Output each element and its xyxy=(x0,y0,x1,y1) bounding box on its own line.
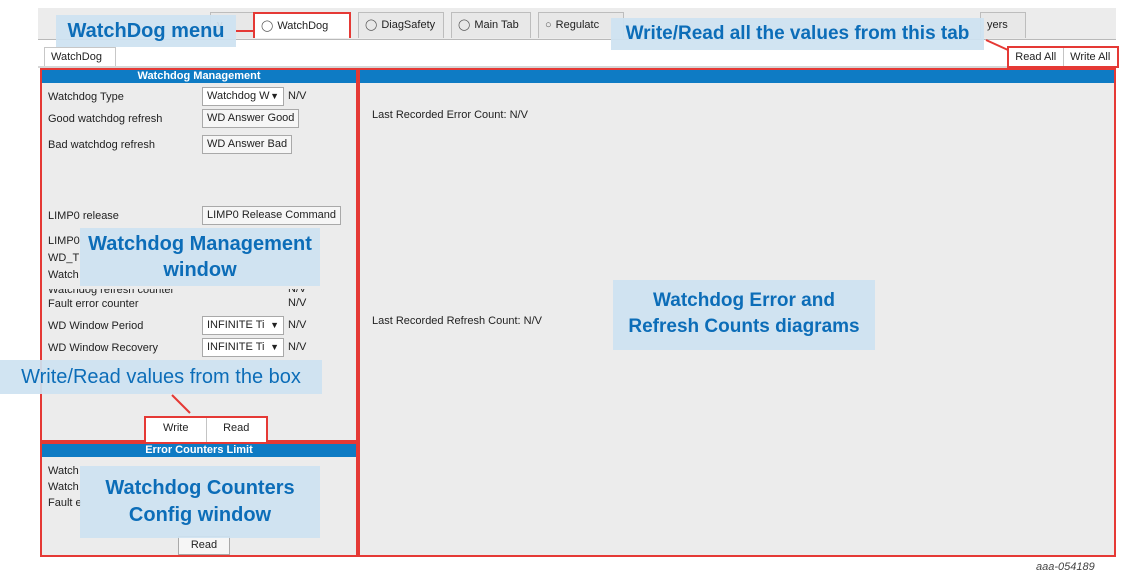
tab-watchdog-label: WatchDog xyxy=(277,20,329,32)
watchdog-type-value: Watchdog W xyxy=(207,90,270,102)
last-error-count: Last Recorded Error Count: N/V xyxy=(372,108,528,122)
read-write-all-group: Read All Write All xyxy=(1007,46,1119,68)
last-error-count-value: N/V xyxy=(509,109,528,121)
watchdog-counters-callout: Watchdog Counters Config window xyxy=(80,466,320,538)
good-refresh-label: Good watchdog refresh xyxy=(48,113,163,125)
read-button[interactable]: Read xyxy=(207,418,267,442)
watchdog-type-status: N/V xyxy=(288,90,307,102)
wd-window-period-status: N/V xyxy=(288,319,307,331)
watchdog-management-callout: Watchdog Management window xyxy=(80,228,320,286)
shield-icon: ◯ xyxy=(261,20,274,32)
panel-title: Error Counters Limit xyxy=(42,444,356,457)
tab-drivers[interactable]: yers xyxy=(980,12,1026,38)
limp0-release-label: LIMP0 release xyxy=(48,210,119,222)
tab-main[interactable]: ◯ Main Tab xyxy=(451,12,531,38)
write-read-box-callout: Write/Read values from the box xyxy=(0,360,322,394)
callout-line: Config window xyxy=(128,504,272,526)
read-button[interactable]: Read xyxy=(178,536,230,555)
shield-icon: ◯ xyxy=(365,19,378,31)
tab-watchdog[interactable]: ◯ WatchDog xyxy=(253,12,351,38)
callout-connector xyxy=(985,39,1009,51)
fault-error-counter-status: N/V xyxy=(288,297,307,309)
fault-partial-label: Fault e xyxy=(48,497,82,509)
circle-icon: ○ xyxy=(545,19,552,31)
write-read-group: Write Read xyxy=(144,416,268,444)
panel-title: Watchdog Management xyxy=(42,70,356,83)
read-all-button[interactable]: Read All xyxy=(1009,48,1064,66)
watchdog-type-select[interactable]: Watchdog W ▼ xyxy=(202,87,284,106)
write-all-button[interactable]: Write All xyxy=(1064,48,1118,66)
callout-connector xyxy=(171,394,191,414)
watchdog-menu-callout: WatchDog menu xyxy=(56,15,236,47)
wd-window-recovery-status: N/V xyxy=(288,341,307,353)
write-read-all-callout: Write/Read all the values from this tab xyxy=(611,18,984,50)
watch-partial-label: Watch xyxy=(48,481,79,493)
watch-partial-label: Watch xyxy=(48,465,79,477)
figure-id: aaa-054189 xyxy=(1036,561,1095,573)
limp0-partial-label: LIMP0 xyxy=(48,235,80,247)
wd-window-period-select[interactable]: INFINITE Ti ▼ xyxy=(202,316,284,335)
wd-answer-good-button[interactable]: WD Answer Good xyxy=(202,109,300,128)
last-refresh-count: Last Recorded Refresh Count: N/V xyxy=(372,314,542,328)
tab-diagsafety[interactable]: ◯ DiagSafety xyxy=(358,12,444,38)
chevron-down-icon: ▼ xyxy=(270,91,279,101)
wd-window-period-value: INFINITE Ti xyxy=(207,319,265,331)
last-error-count-label: Last Recorded Error Count: xyxy=(372,109,507,121)
wdt-partial-label: WD_T xyxy=(48,252,80,264)
write-button[interactable]: Write xyxy=(146,418,207,442)
callout-line: Refresh Counts diagrams xyxy=(628,316,860,337)
last-refresh-count-label: Last Recorded Refresh Count: xyxy=(372,315,521,327)
chevron-down-icon: ▼ xyxy=(270,320,279,330)
watchdog-type-label: Watchdog Type xyxy=(48,91,124,103)
tab-drivers-label: yers xyxy=(987,19,1008,31)
shield-icon: ◯ xyxy=(458,19,471,31)
tab-regulators-label: Regulatc xyxy=(555,19,600,31)
callout-line: Watchdog Counters xyxy=(105,477,295,499)
limp0-release-button[interactable]: LIMP0 Release Command xyxy=(202,206,342,225)
watch-partial-label: Watch xyxy=(48,269,79,281)
chevron-down-icon: ▼ xyxy=(270,342,279,352)
wd-window-recovery-select[interactable]: INFINITE Ti ▼ xyxy=(202,338,284,357)
tab-main-label: Main Tab xyxy=(474,19,519,31)
wd-answer-bad-button[interactable]: WD Answer Bad xyxy=(202,135,293,154)
wd-window-period-label: WD Window Period xyxy=(48,320,144,332)
wd-window-recovery-value: INFINITE Ti xyxy=(207,341,265,353)
tab-diagsafety-label: DiagSafety xyxy=(381,19,436,31)
fault-error-counter-label: Fault error counter xyxy=(48,298,139,310)
last-refresh-count-value: N/V xyxy=(523,315,542,327)
callout-line: Watchdog Management xyxy=(88,233,312,255)
callout-line: window xyxy=(163,259,237,281)
diagrams-callout: Watchdog Error and Refresh Counts diagra… xyxy=(613,280,875,350)
callout-connector xyxy=(236,30,253,32)
wd-window-recovery-label: WD Window Recovery xyxy=(48,342,159,354)
bad-refresh-label: Bad watchdog refresh xyxy=(48,139,156,151)
subtab-watchdog[interactable]: WatchDog xyxy=(44,47,116,67)
panel-header xyxy=(360,70,1114,83)
callout-line: Watchdog Error and xyxy=(653,290,835,311)
